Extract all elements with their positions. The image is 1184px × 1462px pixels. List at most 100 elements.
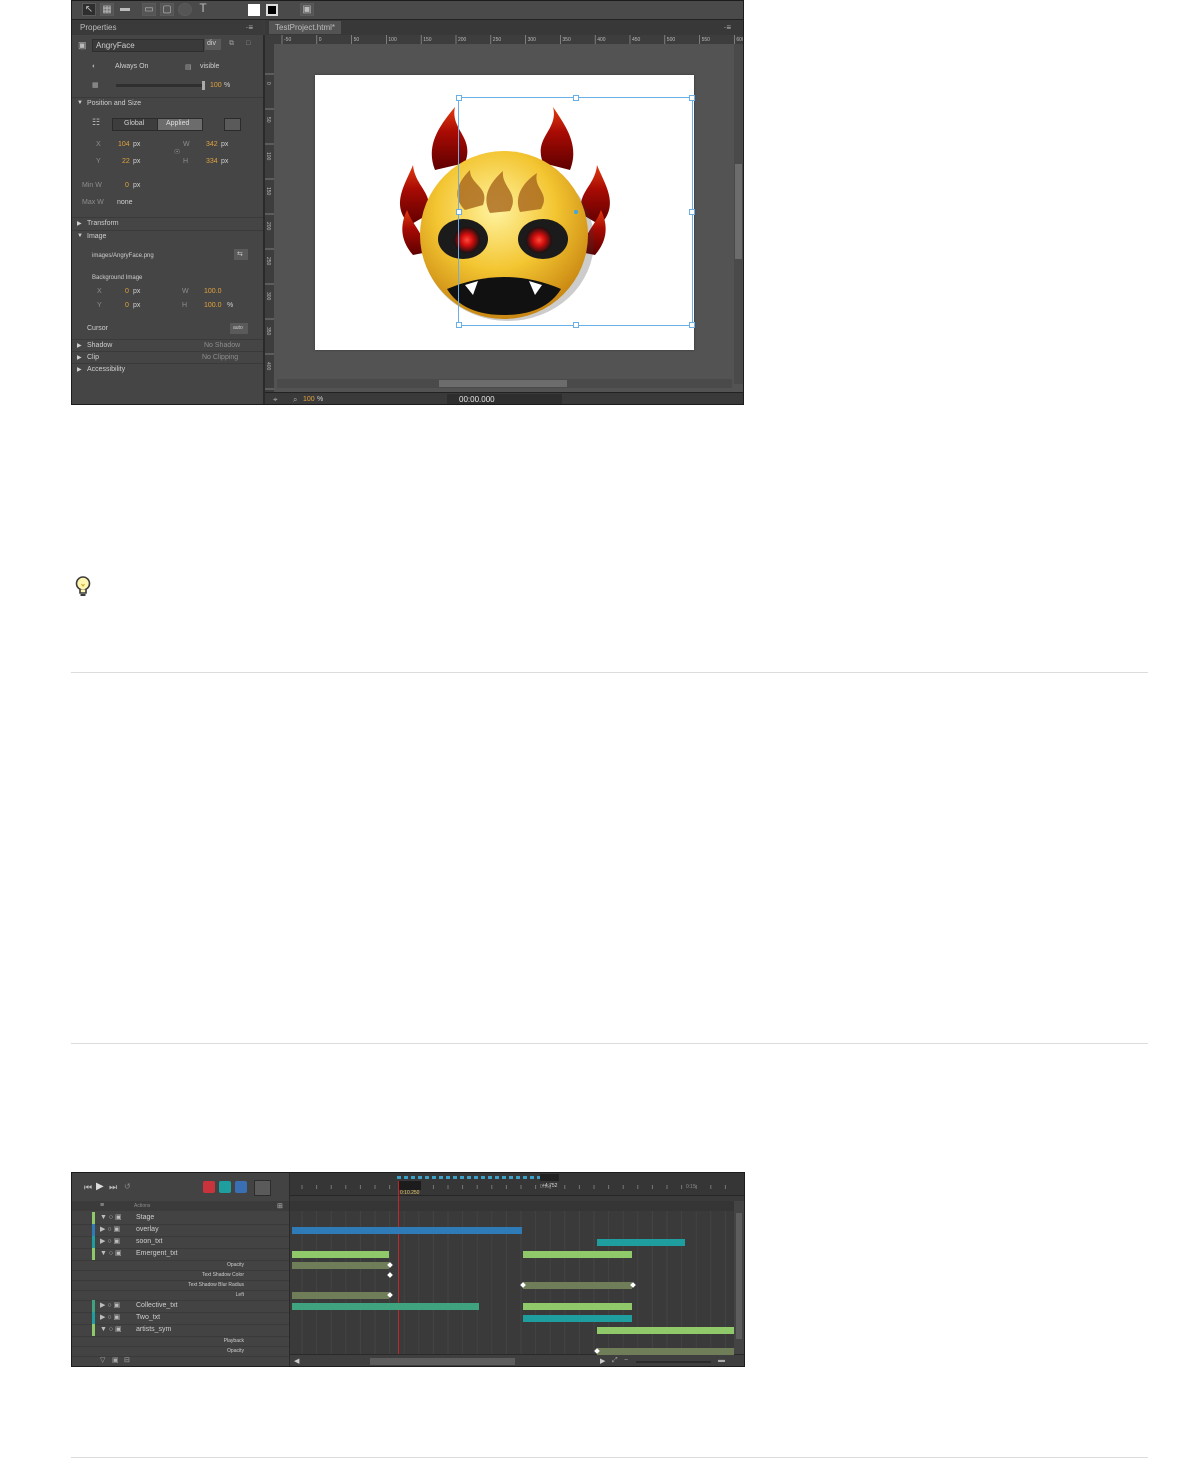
keyframe-transition-bar[interactable] [292, 1262, 389, 1269]
resize-handle[interactable] [689, 209, 695, 215]
resize-handle[interactable] [456, 322, 462, 328]
resize-handle[interactable] [689, 95, 695, 101]
keyframe-transition-bar[interactable] [523, 1303, 632, 1310]
auto-transition-icon[interactable] [219, 1181, 231, 1193]
keyframe-transition-bar[interactable] [523, 1251, 632, 1258]
clipping-tool-icon[interactable]: ▬ [118, 3, 132, 16]
properties-tab[interactable]: Properties ·≡ [72, 20, 263, 35]
y-value[interactable]: 22 [122, 158, 130, 165]
element-tag-select[interactable]: div [205, 39, 221, 50]
keyframe-transition-bar[interactable] [523, 1282, 632, 1289]
vertical-scrollbar[interactable] [734, 44, 743, 384]
show-hide-icon[interactable]: ▣ [112, 1356, 119, 1364]
resize-handle[interactable] [456, 209, 462, 215]
bg-y-value[interactable]: 0 [125, 302, 129, 309]
zoom-out-icon[interactable]: − [624, 1357, 628, 1364]
accessibility-section[interactable]: ▶ Accessibility [72, 363, 263, 376]
resize-handle[interactable] [573, 95, 579, 101]
layer-controls-icon[interactable]: ▼ ○ ▣ [100, 1248, 122, 1260]
applied-button[interactable]: Applied [157, 118, 203, 131]
keyframe-transition-bar[interactable] [597, 1327, 734, 1334]
edit-element-icon[interactable]: ⧉ [229, 40, 234, 48]
zoom-in-icon[interactable]: ▬ [718, 1357, 725, 1364]
selection-tool-icon[interactable]: ↖ [82, 3, 96, 16]
x-value[interactable]: 104 [118, 141, 130, 148]
class-icon[interactable]: □ [246, 40, 250, 47]
transform-section[interactable]: ▶ Transform [72, 217, 263, 230]
keyframe-transition-bar[interactable] [597, 1348, 734, 1355]
filter-icon[interactable]: ▽ [100, 1356, 105, 1364]
background-color-swatch[interactable] [248, 4, 260, 16]
go-to-end-icon[interactable]: ⏭ [109, 1182, 117, 1193]
keyframe-transition-bar[interactable] [292, 1303, 479, 1310]
image-path[interactable]: images/AngryFace.png [92, 253, 154, 259]
border-color-swatch[interactable] [266, 4, 278, 16]
position-size-section[interactable]: ▼ Position and Size [72, 97, 263, 110]
opacity-slider-handle[interactable] [202, 81, 205, 90]
crosshair-icon[interactable]: ⌖ [273, 395, 278, 404]
transform-tool-icon[interactable]: ▦ [100, 3, 114, 16]
resize-handle[interactable] [573, 322, 579, 328]
selection-bounding-box[interactable] [456, 95, 695, 328]
layer-controls-icon[interactable]: ▶ ○ ▣ [100, 1236, 120, 1248]
panel-menu-icon[interactable]: ·≡ [724, 20, 731, 35]
ellipse-tool-icon[interactable] [178, 3, 192, 16]
bg-x-value[interactable]: 0 [125, 288, 129, 295]
timecode-display[interactable]: 00:00.000 [447, 394, 562, 404]
timeline-vertical-scrollbar-thumb[interactable] [736, 1213, 742, 1339]
h-value[interactable]: 334 [206, 158, 218, 165]
cursor-select[interactable]: auto [230, 323, 248, 334]
keyframe-transition-bar[interactable] [292, 1292, 389, 1299]
play-icon[interactable]: ▶ [96, 1181, 104, 1192]
timeline-zoom-slider[interactable] [636, 1361, 711, 1363]
horizontal-scrollbar[interactable] [277, 379, 732, 388]
stage-document-tab[interactable]: TestProject.html* [269, 21, 342, 34]
origin-grid-icon[interactable]: ☷ [92, 117, 100, 128]
max-w-value[interactable]: none [117, 199, 133, 206]
horizontal-scrollbar-thumb[interactable] [439, 380, 567, 387]
overflow-value[interactable]: visible [200, 63, 219, 70]
resize-handle[interactable] [456, 95, 462, 101]
go-to-start-icon[interactable]: ⏮ [84, 1182, 92, 1193]
layer-controls-icon[interactable]: ▶ ○ ▣ [100, 1224, 120, 1236]
element-name-input[interactable]: AngryFace [92, 39, 204, 52]
size-mode-button[interactable] [224, 118, 241, 131]
rounded-rectangle-tool-icon[interactable]: ▢ [160, 3, 174, 16]
playback-range[interactable] [397, 1176, 542, 1179]
timeline-horizontal-scrollbar-thumb[interactable] [370, 1358, 515, 1365]
bg-w-value[interactable]: 100.0 [204, 288, 222, 295]
w-value[interactable]: 342 [206, 141, 218, 148]
opacity-value[interactable]: 100 [210, 82, 222, 89]
min-w-value[interactable]: 0 [125, 182, 129, 189]
layer-controls-icon[interactable]: ▶ ○ ▣ [100, 1300, 120, 1312]
timeline-vertical-scrollbar[interactable] [734, 1201, 744, 1354]
auto-keyframe-icon[interactable] [203, 1181, 215, 1193]
add-action-icon[interactable]: ⊞ [277, 1202, 283, 1210]
resize-handle[interactable] [689, 322, 695, 328]
layer-controls-icon[interactable]: ▼ ○ ▣ [100, 1212, 122, 1224]
layer-controls-icon[interactable]: ▶ ○ ▣ [100, 1312, 120, 1324]
pin-icon[interactable] [235, 1181, 247, 1193]
rectangle-tool-icon[interactable]: ▭ [142, 3, 156, 16]
keyframe-transition-bar[interactable] [292, 1227, 522, 1234]
text-tool-icon[interactable]: T [196, 2, 210, 16]
zoom-value[interactable]: 100 [303, 396, 315, 403]
keyframe-transition-bar[interactable] [523, 1315, 632, 1322]
opacity-slider[interactable] [116, 84, 204, 87]
global-button[interactable]: Global [112, 118, 158, 131]
playhead-time-badge[interactable]: 0:10.250 [398, 1181, 422, 1196]
actions-menu-icon[interactable]: ≡ [100, 1202, 104, 1209]
keyframe-transition-bar[interactable] [597, 1239, 685, 1246]
fit-timeline-icon[interactable]: ⤢ [612, 1357, 618, 1365]
scroll-right-icon[interactable]: ▶ [600, 1357, 605, 1365]
transform-origin-point[interactable] [574, 210, 578, 214]
bg-h-value[interactable]: 100.0 [204, 302, 222, 309]
panel-menu-icon[interactable]: ·≡ [246, 20, 253, 35]
publish-icon[interactable]: ▣ [300, 3, 314, 16]
layer-controls-icon[interactable]: ▼ ○ ▣ [100, 1324, 122, 1336]
browse-image-button[interactable]: ⇆ [234, 249, 248, 260]
easing-button[interactable] [254, 1180, 271, 1196]
display-value[interactable]: Always On [115, 63, 148, 70]
link-wh-icon[interactable]: ☉ [174, 148, 180, 156]
image-section[interactable]: ▼ Image [72, 230, 263, 243]
